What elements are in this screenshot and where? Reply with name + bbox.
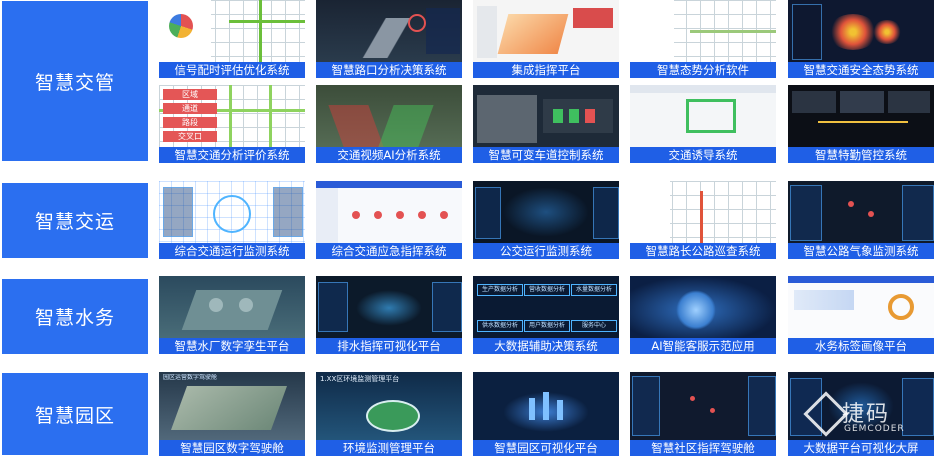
tile-caption: 公交运行监测系统 [473, 243, 619, 259]
thumbnail [316, 85, 462, 147]
tile-caption: 智慧园区数字驾驶舱 [159, 440, 305, 456]
thumbnail [316, 181, 462, 243]
tile-bus-monitoring[interactable]: 公交运行监测系统 [473, 181, 619, 259]
tag-region: 区域 [163, 89, 217, 100]
thumbnail [473, 85, 619, 147]
tile-emergency-command[interactable]: 综合交通应急指挥系统 [316, 181, 462, 259]
tile-transport-monitoring[interactable]: 综合交通运行监测系统 [159, 181, 305, 259]
thumbnail [630, 0, 776, 62]
tile-variable-lane[interactable]: 智慧可变车道控制系统 [473, 85, 619, 163]
thumbnail [788, 0, 934, 62]
tile-caption: 智慧公路气象监测系统 [788, 243, 934, 259]
thumbnail [316, 276, 462, 338]
tile-caption: 交通视频AI分析系统 [316, 147, 462, 163]
thumbnail [159, 0, 305, 62]
tile-ai-customer-service[interactable]: AI智能客服示范应用 [630, 276, 776, 354]
tile-situation-analysis[interactable]: 智慧态势分析软件 [630, 0, 776, 78]
thumbnail [630, 181, 776, 243]
thumbnail [473, 372, 619, 440]
tag-intersection: 交叉口 [163, 131, 217, 142]
thumbnail [788, 181, 934, 243]
tile-drainage-command[interactable]: 排水指挥可视化平台 [316, 276, 462, 354]
tile-caption: 水务标签画像平台 [788, 338, 934, 354]
category-smart-water[interactable]: 智慧水务 [2, 279, 148, 354]
tile-caption: 智慧可变车道控制系统 [473, 147, 619, 163]
tile-caption: 综合交通应急指挥系统 [316, 243, 462, 259]
thumbnail [473, 0, 619, 62]
park-title: 园区运营数字驾驶舱 [163, 374, 218, 381]
thumbnail: 1.XX区环境监测管理平台 [316, 372, 462, 440]
tile-park-cockpit[interactable]: 园区运营数字驾驶舱 智慧园区数字驾驶舱 [159, 372, 305, 456]
tile-guidance[interactable]: 交通诱导系统 [630, 85, 776, 163]
tile-video-ai[interactable]: 交通视频AI分析系统 [316, 85, 462, 163]
tile-caption: 智慧水厂数字孪生平台 [159, 338, 305, 354]
card-water-volume: 水量数据分析 [571, 284, 617, 296]
tag-corridor: 通道 [163, 103, 217, 114]
card-revenue: 营收数据分析 [524, 284, 570, 296]
tile-caption: 智慧态势分析软件 [630, 62, 776, 78]
tile-caption: 集成指挥平台 [473, 62, 619, 78]
thumbnail: 生产数据分析 营收数据分析 水量数据分析 供水数据分析 用户数据分析 服务中心 [473, 276, 619, 338]
card-users: 用户数据分析 [524, 320, 570, 332]
category-smart-transport[interactable]: 智慧交运 [2, 183, 148, 258]
tile-environment-monitoring[interactable]: 1.XX区环境监测管理平台 环境监测管理平台 [316, 372, 462, 456]
tile-caption: 排水指挥可视化平台 [316, 338, 462, 354]
tile-caption: 环境监测管理平台 [316, 440, 462, 456]
tile-caption: 交通诱导系统 [630, 147, 776, 163]
env-title: 1.XX区环境监测管理平台 [320, 375, 400, 383]
tile-signal-timing[interactable]: 信号配时评估优化系统 [159, 0, 305, 78]
tile-bigdata-decision[interactable]: 生产数据分析 营收数据分析 水量数据分析 供水数据分析 用户数据分析 服务中心 … [473, 276, 619, 354]
thumbnail [630, 372, 776, 440]
category-smart-park[interactable]: 智慧园区 [2, 373, 148, 455]
tile-caption: 智慧交通分析评价系统 [159, 147, 305, 163]
gemcoder-watermark: 捷码 GEMCODER [803, 391, 928, 442]
card-service: 服务中心 [571, 320, 617, 332]
thumbnail [630, 276, 776, 338]
tile-analysis-evaluation[interactable]: 区域 通道 路段 交叉口 智慧交通分析评价系统 [159, 85, 305, 163]
thumbnail [630, 85, 776, 147]
tile-caption: 信号配时评估优化系统 [159, 62, 305, 78]
watermark-sub: GEMCODER [844, 424, 905, 434]
tile-caption: 智慧特勤管控系统 [788, 147, 934, 163]
card-production: 生产数据分析 [477, 284, 523, 296]
thumbnail [473, 181, 619, 243]
tile-caption: 智慧园区可视化平台 [473, 440, 619, 456]
tile-caption: 大数据辅助决策系统 [473, 338, 619, 354]
tile-safety-situation[interactable]: 智慧交通安全态势系统 [788, 0, 934, 78]
tile-caption: 智慧交通安全态势系统 [788, 62, 934, 78]
tile-road-patrol[interactable]: 智慧路长公路巡查系统 [630, 181, 776, 259]
tile-integrated-command[interactable]: 集成指挥平台 [473, 0, 619, 78]
tile-water-tag-portrait[interactable]: 水务标签画像平台 [788, 276, 934, 354]
tile-intersection-decision[interactable]: 智慧路口分析决策系统 [316, 0, 462, 78]
tile-special-duty[interactable]: 智慧特勤管控系统 [788, 85, 934, 163]
thumbnail [159, 181, 305, 243]
card-supply: 供水数据分析 [477, 320, 523, 332]
tile-caption: 智慧路口分析决策系统 [316, 62, 462, 78]
thumbnail [788, 85, 934, 147]
tile-caption: 智慧路长公路巡查系统 [630, 243, 776, 259]
thumbnail [788, 276, 934, 338]
tile-caption: AI智能客服示范应用 [630, 338, 776, 354]
thumbnail [316, 0, 462, 62]
tile-community-cockpit[interactable]: 智慧社区指挥驾驶舱 [630, 372, 776, 456]
tile-road-weather[interactable]: 智慧公路气象监测系统 [788, 181, 934, 259]
thumbnail [159, 276, 305, 338]
tile-park-visualization[interactable]: 智慧园区可视化平台 [473, 372, 619, 456]
thumbnail: 区域 通道 路段 交叉口 [159, 85, 305, 147]
tile-caption: 大数据平台可视化大屏 [788, 440, 934, 456]
thumbnail: 园区运营数字驾驶舱 [159, 372, 305, 440]
tile-caption: 智慧社区指挥驾驶舱 [630, 440, 776, 456]
tile-caption: 综合交通运行监测系统 [159, 243, 305, 259]
tile-water-plant-twin[interactable]: 智慧水厂数字孪生平台 [159, 276, 305, 354]
tag-segment: 路段 [163, 117, 217, 128]
category-smart-traffic-control[interactable]: 智慧交管 [2, 1, 148, 161]
